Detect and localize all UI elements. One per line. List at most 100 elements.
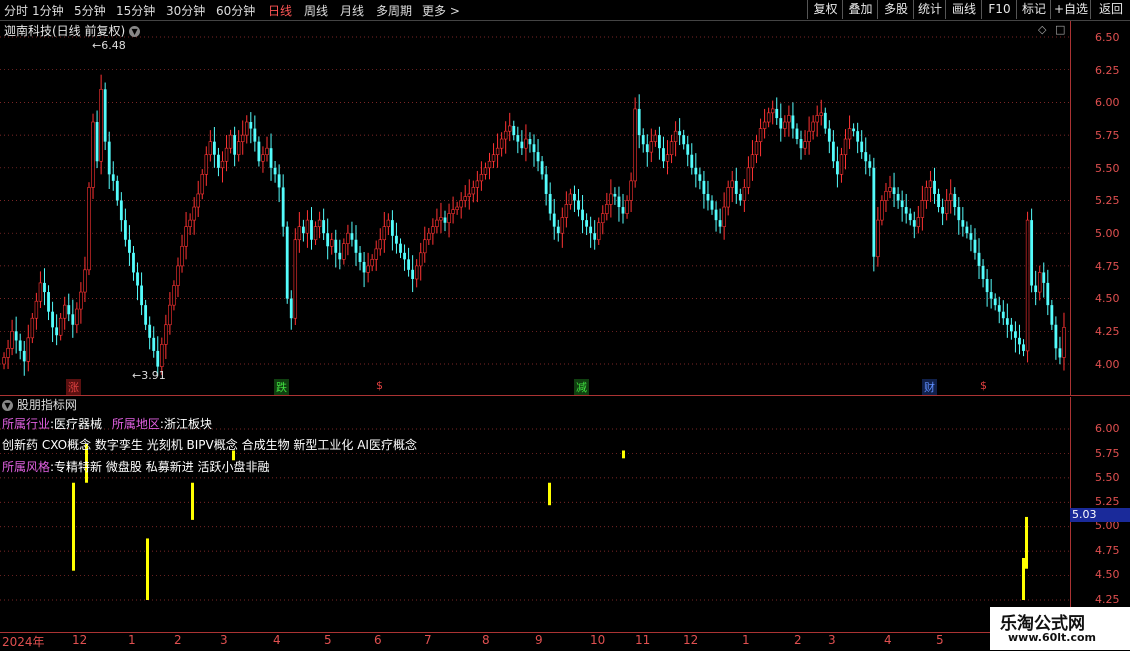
period-tab[interactable]: 月线: [340, 2, 364, 19]
candle-body: [503, 130, 508, 140]
candle-body: [827, 128, 831, 142]
candle-body: [969, 233, 973, 240]
period-tab[interactable]: 多周期: [376, 2, 412, 19]
candle-body: [196, 193, 200, 208]
indicator-chart[interactable]: [0, 397, 1070, 631]
candle-body: [1042, 272, 1046, 283]
period-tab[interactable]: 60分钟: [216, 2, 255, 19]
marker-text: 财: [924, 381, 935, 394]
candle-body: [770, 108, 775, 114]
date-tick: 5: [324, 633, 332, 647]
candle-body: [852, 128, 856, 132]
diamond-icon[interactable]: ◇: [1038, 23, 1046, 36]
candle-body: [358, 252, 362, 262]
period-tab[interactable]: 5分钟: [74, 2, 106, 19]
mark-button[interactable]: 标记: [1016, 0, 1051, 19]
candle-body: [172, 285, 176, 306]
candle-body: [1001, 311, 1005, 319]
restore-rights-button[interactable]: 复权: [807, 0, 843, 19]
event-marker-dividend[interactable]: $: [374, 379, 385, 392]
concepts-info: 创新药 CXO概念 数字孪生 光刻机 BIPV概念 合成生物 新型工业化 AI医…: [2, 438, 417, 452]
candle-body: [997, 305, 1001, 312]
candle-body: [593, 233, 597, 240]
candle-body: [682, 135, 686, 145]
candle-body: [330, 239, 334, 247]
candle-body: [144, 305, 148, 325]
overlay-button[interactable]: 叠加: [842, 0, 878, 19]
candle-body: [961, 220, 965, 227]
candle-body: [249, 122, 253, 129]
add-watchlist-button[interactable]: +自选: [1050, 0, 1091, 19]
candle-body: [577, 200, 580, 210]
event-marker-rise[interactable]: 涨: [66, 379, 81, 395]
candle-body: [115, 180, 119, 201]
candle-body: [520, 141, 524, 149]
candle-body: [791, 115, 795, 129]
price-tick: 6.00: [1095, 96, 1120, 109]
draw-line-button[interactable]: 画线: [945, 0, 982, 19]
period-tab[interactable]: 1分钟: [32, 2, 64, 19]
date-tick: 2: [794, 633, 802, 647]
event-marker-finance[interactable]: 财: [922, 379, 937, 395]
period-tab[interactable]: 分时: [4, 2, 28, 19]
candle-body: [686, 144, 690, 155]
industry-info: 所属行业:医疗器械 所属地区:浙江板块: [2, 415, 212, 432]
low-value: 3.91: [141, 369, 166, 382]
period-tab-active[interactable]: 日线: [268, 2, 292, 19]
candle-body: [589, 226, 593, 234]
candle-body: [370, 259, 374, 267]
candle-body: [985, 278, 989, 293]
candle-body: [301, 226, 305, 234]
multi-stock-button[interactable]: 多股: [877, 0, 914, 19]
candle-body: [924, 187, 929, 201]
candle-body: [160, 344, 164, 367]
candle-body: [58, 317, 63, 336]
candlestick-chart[interactable]: [0, 21, 1070, 395]
candle-body: [524, 138, 528, 149]
statistics-button[interactable]: 统计: [913, 0, 946, 19]
period-tab[interactable]: 30分钟: [166, 2, 205, 19]
period-tab[interactable]: 15分钟: [116, 2, 155, 19]
event-marker-dividend[interactable]: $: [978, 379, 989, 392]
date-tick: 10: [590, 633, 606, 647]
event-marker-reduce[interactable]: 减: [574, 379, 589, 395]
candle-body: [71, 314, 75, 325]
candle-body: [775, 108, 779, 119]
candle-body: [892, 187, 896, 194]
candle-body: [435, 219, 439, 227]
candle-body: [750, 154, 755, 169]
candle-body: [257, 141, 261, 162]
candle-body: [811, 121, 815, 132]
candle-body: [605, 204, 609, 214]
date-tick: 6: [374, 633, 382, 647]
candle-body: [289, 298, 293, 319]
candle-body: [87, 187, 91, 271]
price-tick: 4.75: [1095, 260, 1120, 273]
candle-body: [706, 193, 710, 201]
chevron-down-icon[interactable]: ▼: [129, 26, 141, 37]
date-tick: 3: [828, 633, 836, 647]
indicator-bar: [191, 482, 194, 520]
candle-body: [787, 115, 791, 123]
candle-body: [944, 200, 949, 214]
candle-body: [653, 134, 658, 142]
candle-body: [540, 161, 544, 175]
period-tab[interactable]: 周线: [304, 2, 328, 19]
candle-body: [107, 141, 111, 175]
more-menu[interactable]: 更多 >: [422, 2, 460, 19]
f10-button[interactable]: F10: [981, 0, 1017, 19]
candle-body: [872, 167, 876, 257]
candle-body: [669, 141, 674, 156]
price-chart[interactable]: 迦南科技(日线 前复权) ▼ ◇ □ ←6.48 ←3.91 涨 跌 $ 减 财…: [0, 21, 1070, 395]
candle-body: [62, 304, 67, 319]
candle-body: [281, 187, 285, 227]
window-control-icon[interactable]: □: [1055, 23, 1065, 36]
candle-body: [977, 252, 981, 266]
event-marker-fall[interactable]: 跌: [274, 379, 289, 395]
candle-body: [722, 206, 726, 227]
back-button[interactable]: 返回: [1090, 0, 1130, 19]
candle-body: [1046, 282, 1050, 306]
candle-body: [702, 180, 706, 194]
candle-body: [354, 239, 358, 253]
candle-body: [423, 239, 427, 254]
